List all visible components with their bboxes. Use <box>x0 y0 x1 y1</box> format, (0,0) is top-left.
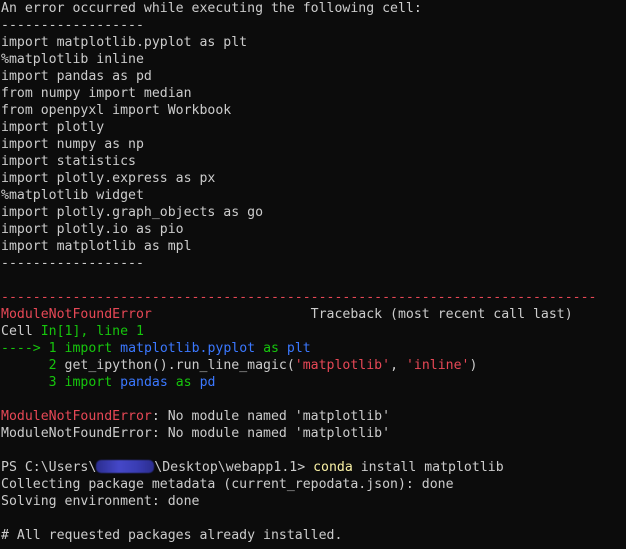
code-line: import plotly.express as px <box>1 171 216 186</box>
traceback-rule: ----------------------------------------… <box>1 290 597 305</box>
code-line: import plotly.io as pio <box>1 222 184 237</box>
code-line: import pandas as pd <box>1 69 152 84</box>
keyword-as: as <box>263 341 279 356</box>
separator-top: ------------------ <box>1 18 144 33</box>
error-name: ModuleNotFoundError <box>1 307 152 322</box>
cell-ref: In[1], line 1 <box>40 324 144 339</box>
traceback-label: Traceback (most recent call last) <box>310 307 573 322</box>
arrow-marker: ----> 1 <box>1 341 65 356</box>
output-line: Solving environment: done <box>1 494 200 509</box>
code-line: import matplotlib.pyplot as plt <box>1 35 248 50</box>
code-line: from openpyxl import Workbook <box>1 103 232 118</box>
header-gap <box>152 307 311 322</box>
keyword-import: import <box>64 375 113 390</box>
traceback-line-3: 3 import pandas as pd <box>1 374 625 391</box>
powershell-prompt: PS C:\Users\ \Desktop\webapp1.1> conda in… <box>1 459 625 476</box>
error-message-plain: ModuleNotFoundError: No module named 'ma… <box>1 426 391 441</box>
command-args: install matplotlib <box>352 460 504 475</box>
code-line: import numpy as np <box>1 137 144 152</box>
command-name: conda <box>313 460 353 475</box>
keyword-as: as <box>175 375 192 390</box>
traceback-line-1: ----> 1 import matplotlib.pyplot as plt <box>1 340 625 357</box>
string-literal: 'matplotlib' <box>294 358 391 373</box>
module-name: pandas <box>120 375 168 390</box>
code-line: import plotly.graph_objects as go <box>1 205 264 220</box>
string-literal: 'inline' <box>405 358 470 373</box>
redacted-username <box>96 460 155 473</box>
error-intro: An error occurred while executing the fo… <box>1 1 422 16</box>
separator-bottom: ------------------ <box>1 256 144 271</box>
alias-name: plt <box>286 341 311 356</box>
arg-separator: , <box>390 358 406 373</box>
traceback-header: ModuleNotFoundError Traceback (most rece… <box>1 306 625 323</box>
call-close: ) <box>469 358 478 373</box>
keyword-import: import <box>64 341 113 356</box>
code-line: import statistics <box>1 154 136 169</box>
cell-prefix: Cell <box>1 324 41 339</box>
line-number: 3 <box>1 375 65 390</box>
error-text: : No module named 'matplotlib' <box>151 409 391 424</box>
cell-reference: Cell In[1], line 1 <box>1 323 625 340</box>
output-line: # All requested packages already install… <box>1 528 343 543</box>
prompt-prefix: PS C:\Users\ <box>1 460 97 475</box>
code-line: %matplotlib widget <box>1 188 144 203</box>
alias-name: pd <box>199 375 216 390</box>
prompt-suffix: \Desktop\webapp1.1> <box>154 460 314 475</box>
call-expression: get_ipython().run_line_magic( <box>64 358 295 373</box>
code-line: from numpy import median <box>1 86 192 101</box>
code-line: import plotly <box>1 120 105 135</box>
code-line: %matplotlib inline <box>1 52 144 67</box>
code-line: import matplotlib as mpl <box>1 239 192 254</box>
terminal-output[interactable]: An error occurred while executing the fo… <box>1 0 625 549</box>
output-line: Collecting package metadata (current_rep… <box>1 477 454 492</box>
traceback-line-2: 2 get_ipython().run_line_magic('matplotl… <box>1 357 625 374</box>
error-message: ModuleNotFoundError: No module named 'ma… <box>1 408 625 425</box>
module-name: matplotlib.pyplot <box>120 341 256 356</box>
error-name: ModuleNotFoundError <box>1 409 152 424</box>
line-number: 2 <box>1 358 65 373</box>
